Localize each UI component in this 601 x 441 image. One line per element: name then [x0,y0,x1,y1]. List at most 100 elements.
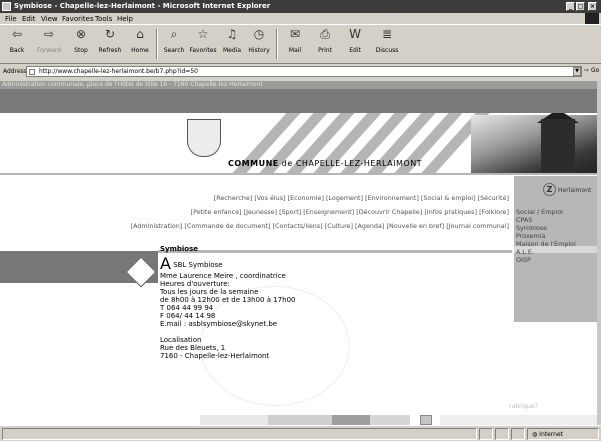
content-line: Rue des Bleuets, 1 [160,344,226,352]
nav-link-decouvrir-chapelle[interactable]: [Découvrir Chapelle] [356,208,422,216]
minimize-button[interactable]: _ [566,2,575,11]
sidebar-link-oisp[interactable]: OISP [516,256,531,264]
status-text-pane [2,428,477,440]
search-icon: ⌕ [170,27,178,41]
email-line[interactable]: E.mail : asblsymbiose@skynet.be [160,320,510,328]
media-icon: ♫ [226,27,238,41]
stop-icon: ⊗ [75,27,87,41]
footer-crest-icon [420,415,432,425]
media-button[interactable]: ♫ Media [217,27,247,54]
nav-link-securite[interactable]: [Sécurité] [478,194,509,202]
sidebar-link-cpas[interactable]: CPAS [516,216,532,224]
nav-link-logement[interactable]: [Logement] [326,194,363,202]
sidebar-link-social-emploi[interactable]: Social / Emploi [516,208,563,216]
search-button[interactable]: ⌕ Search [159,27,189,54]
content-line: Mme Laurence Meire , coordinatrice [160,272,286,280]
footer-block [332,415,370,425]
nav-link-jeunesse[interactable]: [Jeunesse] [244,208,277,216]
print-icon: ⎙ [320,27,330,41]
menu-help[interactable]: Help [117,15,133,23]
nav-link-administration[interactable]: [Administration] [131,222,183,230]
nav-link-journal-communal[interactable]: [Journal communal] [446,222,509,230]
nav-link-folklore[interactable]: [Folklore] [479,208,509,216]
article-content: A SBL Symbiose Mme Laurence Meire , coor… [160,254,510,361]
nav-link-contacts-liens[interactable]: [Contacts/liens] [272,222,322,230]
go-button[interactable]: ⇨ Go [584,67,599,74]
edit-button[interactable]: W Edit [340,27,370,54]
nav-link-nouvelle-en-bref[interactable]: [Nouvelle en bref] [386,222,444,230]
maximize-button[interactable]: □ [576,2,585,11]
content-line: A SBL Symbiose [160,254,223,273]
home-button[interactable]: ⌂ Home [125,27,155,54]
drop-cap: A [160,254,171,273]
discuss-icon: ≣ [381,27,393,41]
close-button[interactable]: × [588,2,597,11]
menu-edit[interactable]: Edit [22,15,36,23]
history-button[interactable]: ◷ History [244,27,274,54]
address-input[interactable]: http://www.chapelle-lez-herlaimont.be/b7… [26,66,582,77]
menu-file[interactable]: File [5,15,17,23]
nav-link-recherche[interactable]: [Recherche] [214,194,253,202]
sidebar-link-symbiose[interactable]: Symbiose [516,224,547,232]
favorites-icon: ☆ [197,27,209,41]
nav-link-sport[interactable]: [Sport] [279,208,301,216]
vertical-scrollbar[interactable] [597,81,601,425]
nav-link-economie[interactable]: [Economie] [288,194,324,202]
refresh-button[interactable]: ↻ Refresh [95,27,125,54]
mail-button[interactable]: ✉ Mail [280,27,310,54]
content-line: Tous les jours de la semaine [160,288,259,296]
nav-link-enseignement[interactable]: [Enseignement] [303,208,354,216]
sidebar-link-proxemia[interactable]: Proxemia [516,232,545,240]
title-bar[interactable]: Symbiose - Chapelle-lez-Herlaimont - Mic… [0,0,601,13]
address-url: http://www.chapelle-lez-herlaimont.be/b7… [39,68,198,75]
stop-button[interactable]: ⊗ Stop [66,27,96,54]
menu-favorites[interactable]: Favorites [62,15,94,23]
history-icon: ◷ [253,27,265,41]
forward-button[interactable]: ⇨ Forward [34,27,64,54]
back-arrow-icon: ⇦ [11,27,23,41]
municipal-address: Administration communale, place de l'Hôt… [2,81,263,88]
toolbar-separator [276,29,278,59]
tower [541,119,575,173]
rubrique-link[interactable]: rubrique? [509,403,538,410]
mail-icon: ✉ [289,27,301,41]
address-band: Administration communale, place de l'Hôt… [0,81,597,89]
herlaimont-logo[interactable]: Z Herlaimont [519,183,592,197]
toolbar-separator [156,29,158,59]
nav-link-social-emploi[interactable]: [Social & emploi] [421,194,476,202]
home-icon: ⌂ [136,27,144,41]
content-line: Heures d'ouverture: [160,280,230,288]
edit-icon: W [349,27,361,41]
web-page: Administration communale, place de l'Hôt… [0,81,597,425]
internet-zone: ◍ Internet [532,431,563,438]
address-label: Address [3,68,27,75]
content-line: Localisation [160,336,202,344]
grey-band [0,89,597,113]
print-button[interactable]: ⎙ Print [310,27,340,54]
status-bar: ◍ Internet [0,425,601,441]
nav-link-vos-elus[interactable]: [Vos élus] [254,194,285,202]
nav-link-environnement[interactable]: [Environnement] [365,194,419,202]
menu-view[interactable]: View [41,15,58,23]
favorites-button[interactable]: ☆ Favorites [188,27,218,54]
address-dropdown-icon[interactable]: ▼ [573,67,581,76]
sidebar-link-maison-emploi[interactable]: Maison de l'Emploi [516,240,576,248]
nav-link-agenda[interactable]: [Agenda] [355,222,384,230]
discuss-button[interactable]: ≣ Discuss [372,27,402,54]
back-button[interactable]: ⇦ Back [2,27,32,54]
nav-link-petite-enfance[interactable]: [Petite enfance] [191,208,242,216]
status-pane [479,428,493,440]
nav-link-culture[interactable]: [Culture] [325,222,353,230]
sidebar-link-ale[interactable]: A.L.E. [516,248,534,256]
banner-divider [0,173,597,175]
nav-link-commande-document[interactable]: [Commande de document] [184,222,270,230]
window-title: Symbiose - Chapelle-lez-Herlaimont - Mic… [14,2,271,10]
status-pane [495,428,509,440]
z-logo-icon: Z [543,183,556,196]
footer-block [0,415,200,425]
globe-icon: ◍ [532,431,538,438]
menu-tools[interactable]: Tools [95,15,112,23]
nav-link-infos-pratiques[interactable]: [Infos pratiques] [424,208,477,216]
footer-block [440,415,597,425]
logo-name: Herlaimont [558,187,592,194]
